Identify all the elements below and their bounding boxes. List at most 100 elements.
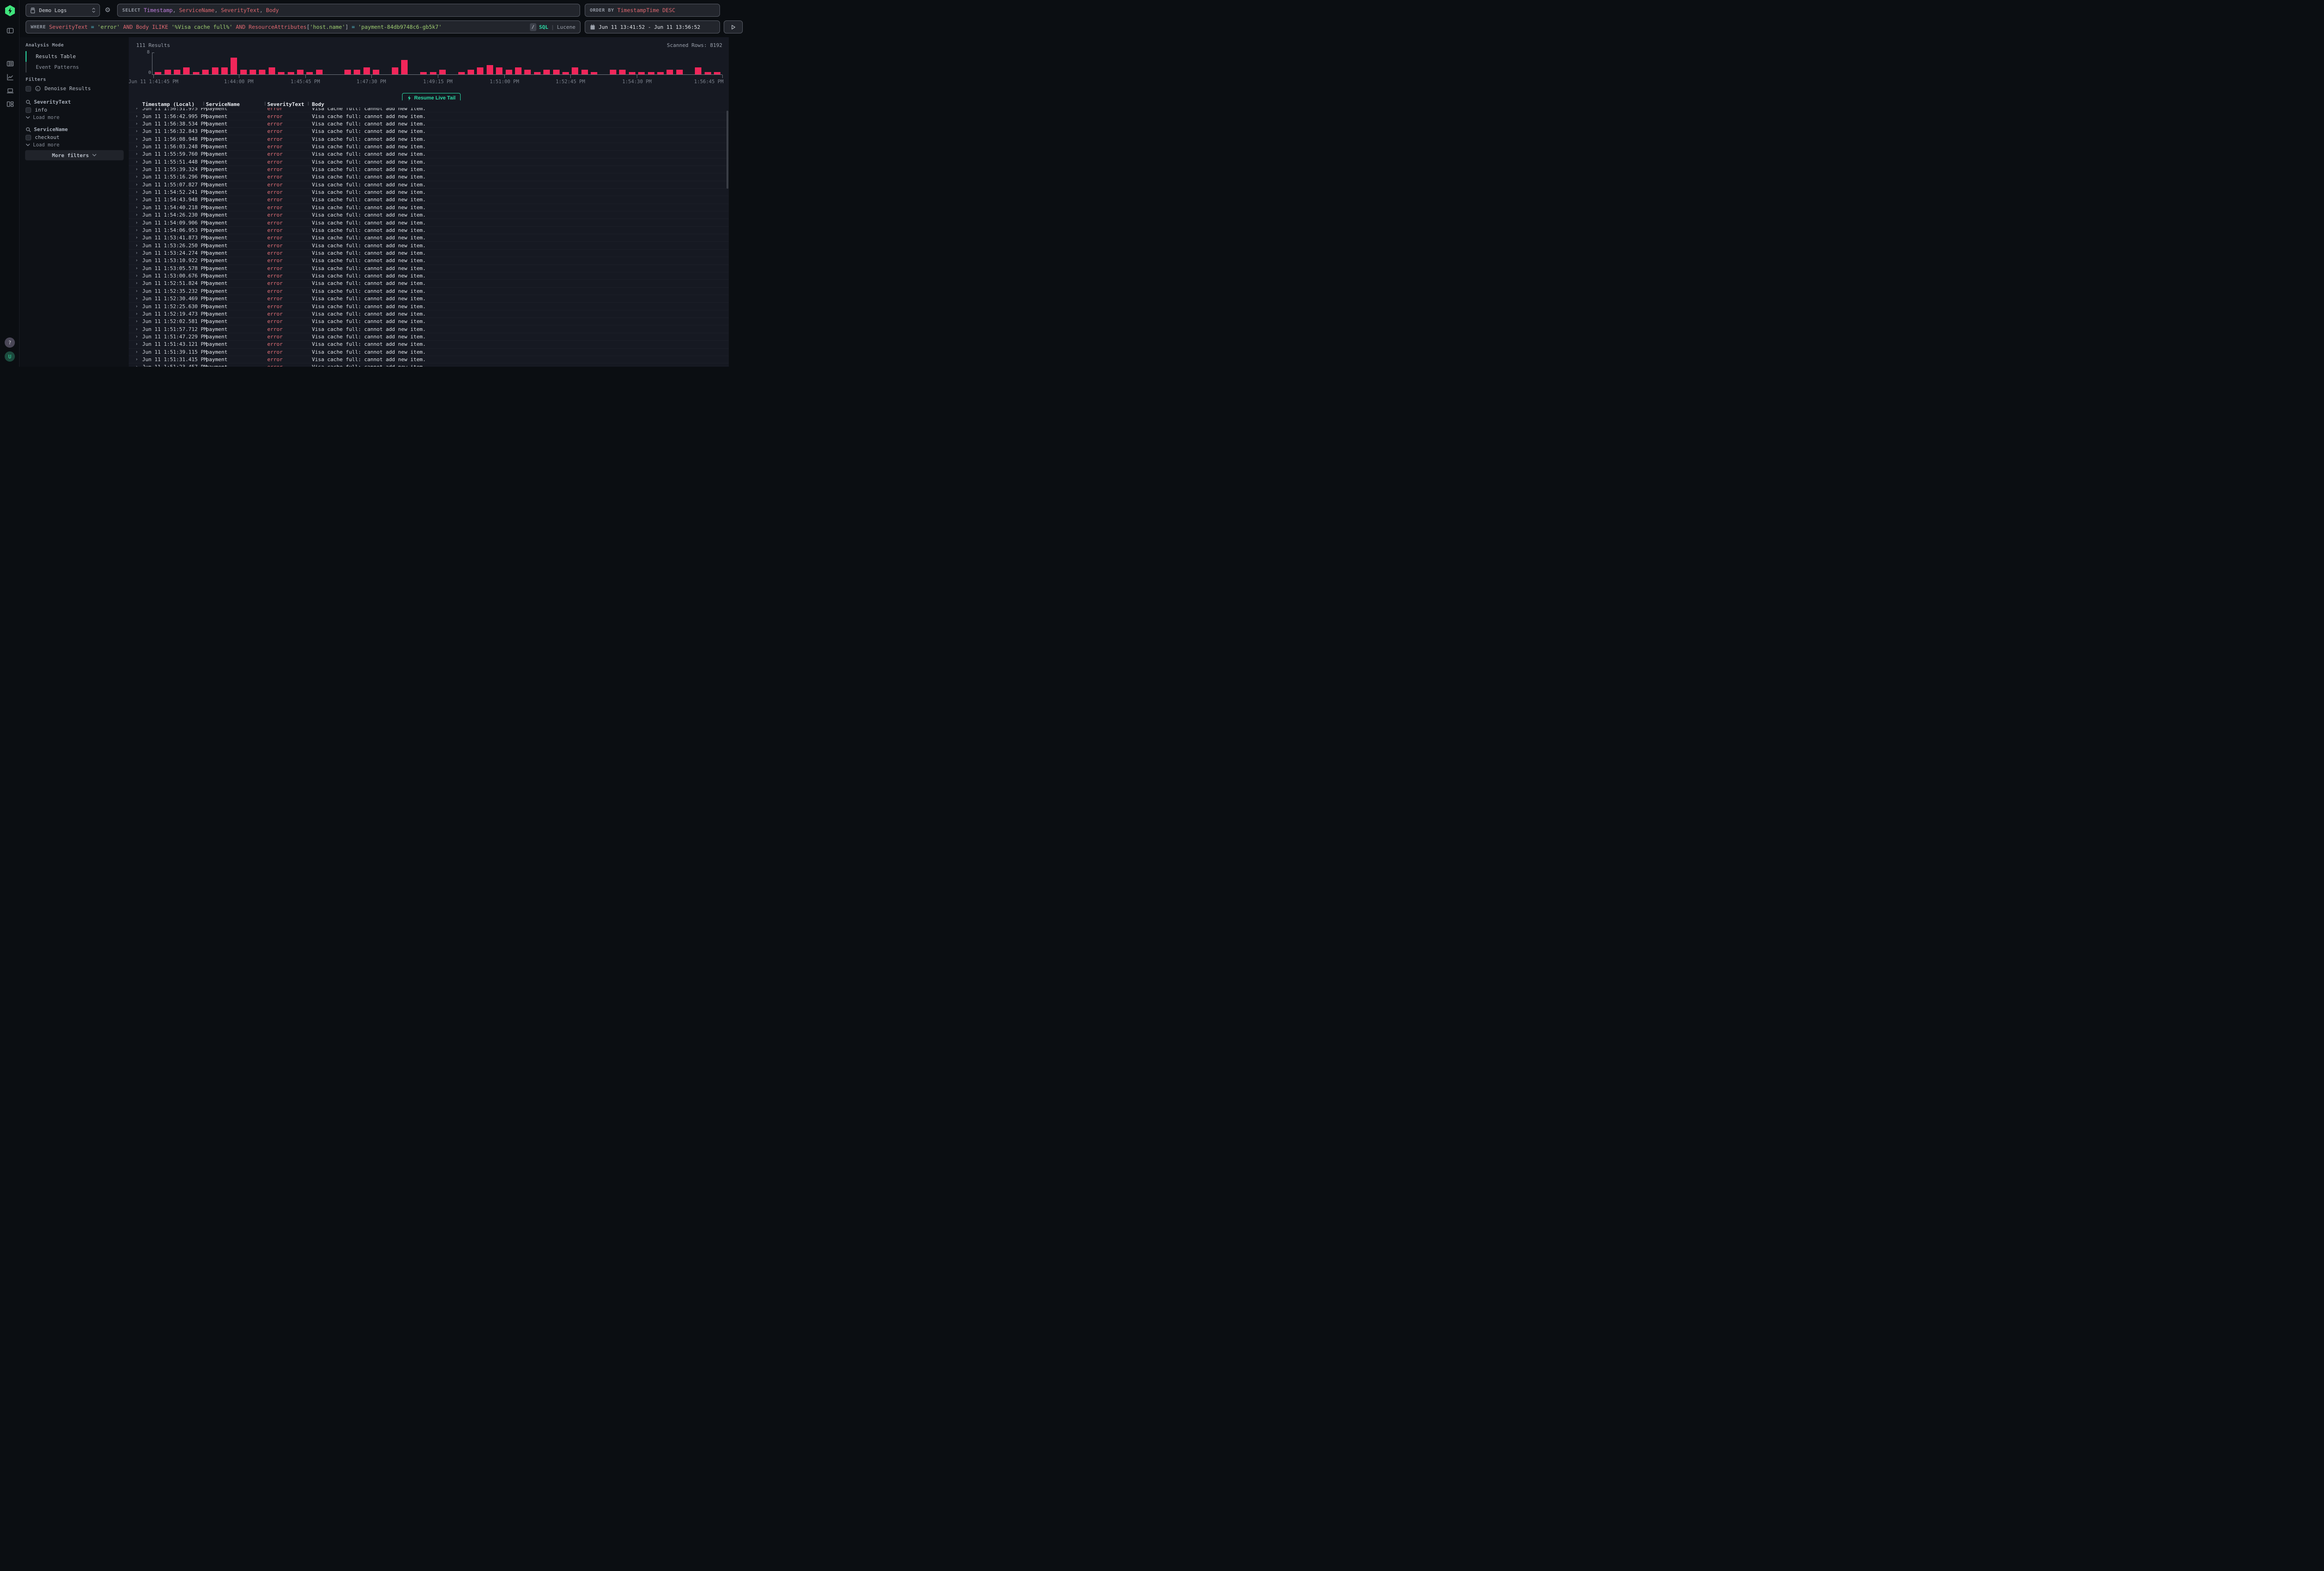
denoise-results-checkbox[interactable]: Denoise Results	[26, 86, 91, 92]
table-row[interactable]: ›Jun 11 1:52:30.469 PMpaymenterrorVisa c…	[129, 295, 729, 303]
table-row[interactable]: ›Jun 11 1:52:19.473 PMpaymenterrorVisa c…	[129, 310, 729, 318]
table-row[interactable]: ›Jun 11 1:54:26.230 PMpaymenterrorVisa c…	[129, 211, 729, 219]
histogram-bar[interactable]	[363, 67, 370, 74]
hyperdx-logo-icon[interactable]	[5, 5, 15, 16]
table-row[interactable]: ›Jun 11 1:51:31.415 PMpaymenterrorVisa c…	[129, 356, 729, 363]
vertical-scrollbar[interactable]	[726, 111, 728, 189]
lang-lucene[interactable]: Lucene	[557, 24, 575, 30]
histogram-bar[interactable]	[221, 67, 228, 74]
histogram-bar[interactable]	[458, 72, 465, 74]
table-row[interactable]: ›Jun 11 1:54:06.953 PMpaymenterrorVisa c…	[129, 227, 729, 234]
table-row[interactable]: ›Jun 11 1:55:59.760 PMpaymenterrorVisa c…	[129, 151, 729, 158]
filter-option-info[interactable]: info	[26, 107, 47, 113]
table-row[interactable]: ›Jun 11 1:53:41.873 PMpaymenterrorVisa c…	[129, 234, 729, 242]
histogram-bar[interactable]	[515, 67, 522, 74]
histogram-bar[interactable]	[278, 72, 284, 74]
histogram-bar[interactable]	[534, 72, 541, 74]
histogram-bar[interactable]	[676, 70, 683, 74]
histogram-bar[interactable]	[629, 72, 635, 74]
column-resize-handle[interactable]: ⋮	[306, 102, 312, 106]
table-row[interactable]: ›Jun 11 1:56:38.534 PMpaymenterrorVisa c…	[129, 120, 729, 128]
histogram-bar[interactable]	[638, 72, 645, 74]
table-row[interactable]: ›Jun 11 1:52:25.630 PMpaymenterrorVisa c…	[129, 303, 729, 310]
search-logs-icon[interactable]	[6, 59, 14, 67]
histogram-bar[interactable]	[506, 70, 512, 74]
histogram-bar[interactable]	[306, 72, 313, 74]
histogram-bar[interactable]	[240, 70, 247, 74]
histogram-bar[interactable]	[212, 67, 218, 74]
sessions-icon[interactable]	[6, 86, 14, 94]
histogram-bar[interactable]	[581, 70, 588, 74]
lang-sql[interactable]: SQL	[539, 24, 548, 30]
histogram-bar[interactable]	[553, 70, 560, 74]
histogram-bar[interactable]	[231, 58, 237, 74]
histogram-bar[interactable]	[695, 67, 701, 74]
histogram-bar[interactable]	[288, 72, 294, 74]
table-row[interactable]: ›Jun 11 1:54:52.241 PMpaymenterrorVisa c…	[129, 189, 729, 196]
filter-group-name[interactable]: ServiceName	[34, 126, 68, 132]
table-row[interactable]: ›Jun 11 1:52:51.824 PMpaymenterrorVisa c…	[129, 280, 729, 287]
table-row[interactable]: ›Jun 11 1:52:02.581 PMpaymenterrorVisa c…	[129, 318, 729, 325]
table-row[interactable]: ›Jun 11 1:53:26.250 PMpaymenterrorVisa c…	[129, 242, 729, 249]
table-row[interactable]: ›Jun 11 1:51:57.712 PMpaymenterrorVisa c…	[129, 325, 729, 333]
histogram-bar[interactable]	[420, 72, 427, 74]
histogram-bar[interactable]	[619, 70, 626, 74]
table-row[interactable]: ›Jun 11 1:53:24.274 PMpaymenterrorVisa c…	[129, 250, 729, 257]
table-row[interactable]: ›Jun 11 1:54:09.906 PMpaymenterrorVisa c…	[129, 219, 729, 226]
column-body[interactable]: Body	[312, 101, 729, 107]
histogram-bar[interactable]	[193, 72, 199, 74]
table-row[interactable]: ›Jun 11 1:55:07.827 PMpaymenterrorVisa c…	[129, 181, 729, 189]
histogram-bar[interactable]	[202, 70, 209, 74]
table-row[interactable]: ›Jun 11 1:53:05.578 PMpaymenterrorVisa c…	[129, 265, 729, 272]
table-row[interactable]: ›Jun 11 1:55:51.448 PMpaymenterrorVisa c…	[129, 158, 729, 166]
histogram-bar[interactable]	[468, 70, 474, 74]
histogram-bar[interactable]	[562, 72, 569, 74]
histogram-bar[interactable]	[392, 67, 398, 74]
histogram-bar[interactable]	[344, 70, 351, 74]
table-row[interactable]: ›Jun 11 1:55:16.296 PMpaymenterrorVisa c…	[129, 173, 729, 181]
table-row[interactable]: ›Jun 11 1:54:43.948 PMpaymenterrorVisa c…	[129, 196, 729, 204]
user-avatar[interactable]: U	[5, 351, 15, 362]
histogram-bar[interactable]	[174, 70, 180, 74]
filter-option-checkout[interactable]: checkout	[26, 134, 59, 140]
table-row[interactable]: ›Jun 11 1:51:23.457 PMpaymenterrorVisa c…	[129, 363, 729, 367]
histogram-bar[interactable]	[657, 72, 664, 74]
table-row[interactable]: ›Jun 11 1:53:10.922 PMpaymenterrorVisa c…	[129, 257, 729, 264]
histogram-bar[interactable]	[250, 70, 256, 74]
checkbox[interactable]	[26, 135, 31, 140]
histogram-bar[interactable]	[648, 72, 654, 74]
more-filters-button[interactable]: More filters	[25, 150, 124, 160]
histogram-bar[interactable]	[543, 70, 550, 74]
histogram-bar[interactable]	[439, 70, 446, 74]
histogram-bar[interactable]	[714, 72, 720, 74]
table-row[interactable]: ›Jun 11 1:51:39.115 PMpaymenterrorVisa c…	[129, 349, 729, 356]
run-query-button[interactable]	[724, 20, 743, 33]
histogram-bar[interactable]	[667, 70, 673, 74]
table-row[interactable]: ›Jun 11 1:56:32.843 PMpaymenterrorVisa c…	[129, 128, 729, 135]
column-resize-handle[interactable]: ⋮	[263, 102, 267, 106]
histogram-bar[interactable]	[591, 72, 597, 74]
histogram-bar[interactable]	[524, 70, 531, 74]
table-row[interactable]: ›Jun 11 1:53:00.676 PMpaymenterrorVisa c…	[129, 272, 729, 280]
chart-explorer-icon[interactable]	[6, 73, 14, 81]
table-row[interactable]: ›Jun 11 1:52:35.232 PMpaymenterrorVisa c…	[129, 288, 729, 295]
histogram-bar[interactable]	[430, 72, 436, 74]
table-row[interactable]: ›Jun 11 1:56:42.995 PMpaymenterrorVisa c…	[129, 112, 729, 120]
column-resize-handle[interactable]: ⋮	[202, 102, 206, 106]
histogram-bar[interactable]	[354, 70, 360, 74]
table-row[interactable]: ›Jun 11 1:56:08.948 PMpaymenterrorVisa c…	[129, 135, 729, 143]
filter-group-name[interactable]: SeverityText	[34, 99, 71, 105]
column-timestamp[interactable]: Timestamp (Local)	[142, 101, 202, 107]
histogram-bar[interactable]	[477, 67, 483, 74]
histogram-bar[interactable]	[401, 60, 408, 74]
histogram-bar[interactable]	[610, 70, 616, 74]
histogram-bar[interactable]	[259, 70, 265, 74]
order-by-input[interactable]: ORDER BY TimestampTime DESC	[585, 4, 720, 17]
toggle-sidebar-icon[interactable]	[6, 26, 14, 34]
where-query-input[interactable]: WHERE SeverityText = 'error' AND Body IL…	[26, 20, 581, 33]
load-more-severitytext[interactable]: Load more	[26, 115, 59, 120]
query-language-toggle[interactable]: / SQL | Lucene	[530, 23, 575, 31]
histogram-bar[interactable]	[165, 70, 171, 74]
histogram-bar[interactable]	[572, 67, 578, 74]
results-histogram[interactable]: 8 0 Jun 11 1:41:45 PM1:44:00 PM1:45:45 P…	[153, 53, 722, 74]
